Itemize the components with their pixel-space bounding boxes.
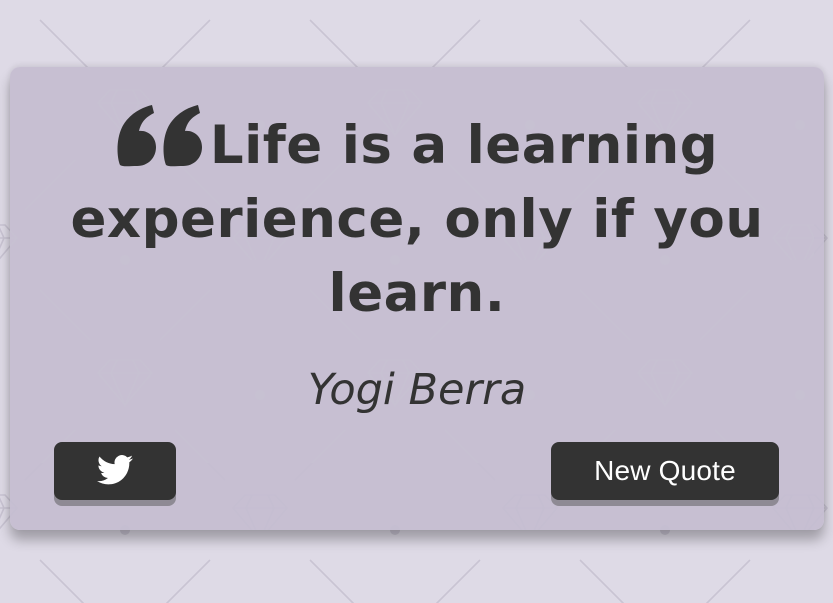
quote-text-block: Life is a learning experience, only if y… <box>40 105 794 331</box>
new-quote-button[interactable]: New Quote <box>551 442 779 500</box>
twitter-icon <box>97 454 133 488</box>
quote-left-icon <box>116 105 204 167</box>
tweet-button[interactable] <box>54 442 176 500</box>
quote-author: Yogi Berra <box>307 365 527 415</box>
quote-card: Life is a learning experience, only if y… <box>10 67 824 530</box>
